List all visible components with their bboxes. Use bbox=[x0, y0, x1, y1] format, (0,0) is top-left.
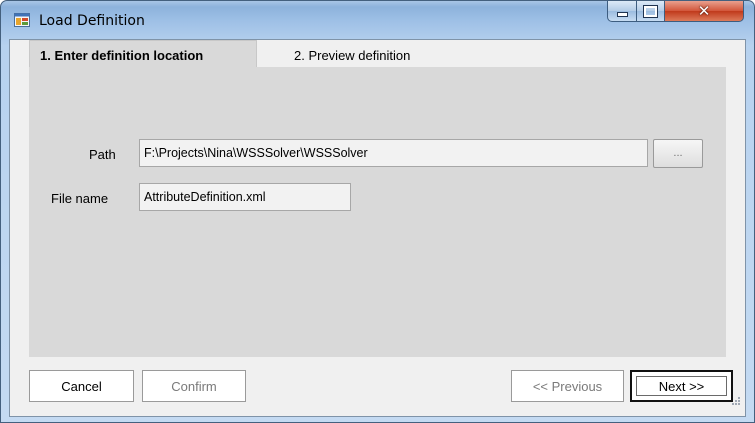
tab-label: 1. Enter definition location bbox=[40, 48, 204, 63]
next-button-label: Next >> bbox=[658, 378, 705, 394]
tab-enter-definition-location[interactable]: 1. Enter definition location bbox=[29, 40, 257, 68]
minimize-icon bbox=[616, 12, 628, 17]
window-title: Load Definition bbox=[39, 13, 145, 29]
tab-preview-definition[interactable]: 2. Preview definition bbox=[294, 48, 410, 63]
resize-grip-icon[interactable] bbox=[729, 396, 741, 408]
cancel-button-label: Cancel bbox=[61, 378, 102, 394]
app-window-icon bbox=[14, 13, 30, 27]
maximize-button[interactable] bbox=[636, 1, 665, 22]
cancel-button[interactable]: Cancel bbox=[29, 370, 134, 402]
file-name-label: File name bbox=[51, 191, 109, 206]
path-label: Path bbox=[89, 147, 116, 162]
browse-button[interactable]: ... bbox=[653, 139, 703, 168]
close-button[interactable]: ✕ bbox=[664, 1, 744, 22]
title-bar[interactable]: Load Definition ✕ bbox=[1, 1, 754, 39]
previous-button-label: << Previous bbox=[532, 378, 603, 394]
previous-button[interactable]: << Previous bbox=[511, 370, 624, 402]
file-name-input[interactable]: AttributeDefinition.xml bbox=[139, 183, 351, 211]
tab-label: 2. Preview definition bbox=[294, 48, 411, 63]
close-icon: ✕ bbox=[697, 2, 711, 20]
tab-panel: Path F:\Projects\Nina\WSSSolver\WSSSolve… bbox=[29, 67, 726, 357]
minimize-button[interactable] bbox=[607, 1, 637, 22]
confirm-button-label: Confirm bbox=[171, 378, 217, 394]
next-button[interactable]: Next >> bbox=[630, 370, 733, 402]
path-input[interactable]: F:\Projects\Nina\WSSSolver\WSSSolver bbox=[139, 139, 648, 167]
maximize-icon bbox=[643, 4, 658, 18]
confirm-button[interactable]: Confirm bbox=[142, 370, 246, 402]
